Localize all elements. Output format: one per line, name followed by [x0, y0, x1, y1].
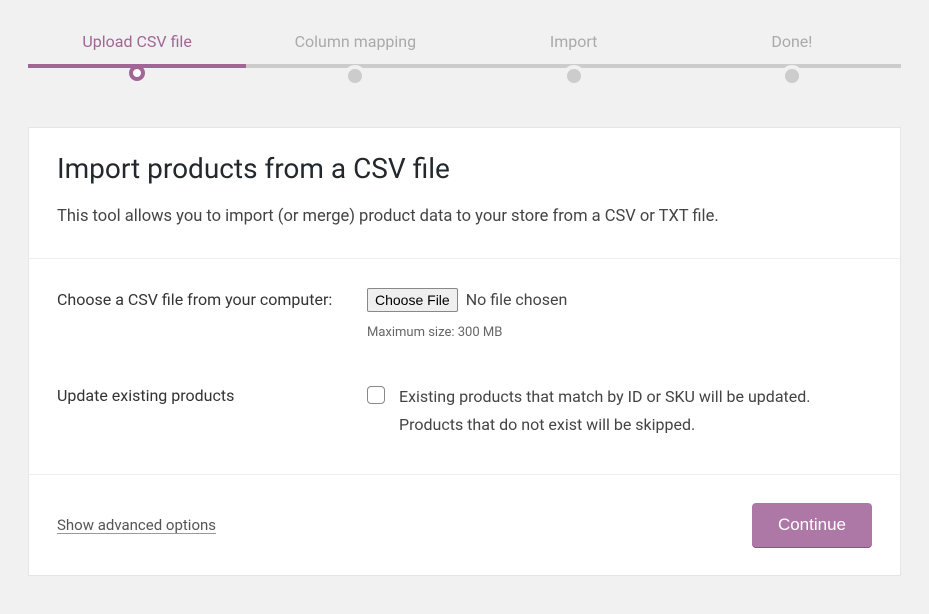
step-dot-icon [344, 65, 366, 87]
import-card: Import products from a CSV file This too… [28, 127, 901, 576]
update-existing-row: Update existing products Existing produc… [57, 383, 872, 437]
step-import[interactable]: Import [465, 32, 683, 87]
card-header: Import products from a CSV file This too… [29, 128, 900, 259]
file-field-row: Choose a CSV file from your computer: Ch… [57, 287, 872, 344]
page-title: Import products from a CSV file [57, 152, 872, 185]
update-existing-control: Existing products that match by ID or SK… [367, 383, 872, 437]
step-column-mapping[interactable]: Column mapping [246, 32, 464, 87]
step-done[interactable]: Done! [683, 32, 901, 87]
update-existing-checkbox[interactable] [367, 386, 385, 404]
update-existing-label: Update existing products [57, 383, 367, 437]
step-label: Column mapping [246, 32, 464, 51]
step-label: Import [465, 32, 683, 51]
step-dot-icon [781, 65, 803, 87]
file-size-hint: Maximum size: 300 MB [367, 323, 872, 344]
card-body: Choose a CSV file from your computer: Ch… [29, 259, 900, 475]
file-field-label: Choose a CSV file from your computer: [57, 287, 367, 344]
card-footer: Show advanced options Continue [29, 475, 900, 575]
continue-button[interactable]: Continue [752, 503, 872, 547]
file-status: No file chosen [466, 287, 568, 313]
step-upload-csv[interactable]: Upload CSV file [28, 32, 246, 87]
show-advanced-options-link[interactable]: Show advanced options [57, 516, 216, 534]
update-existing-description: Existing products that match by ID or SK… [399, 383, 872, 437]
step-dot-icon [563, 65, 585, 87]
choose-file-button[interactable]: Choose File [367, 288, 458, 312]
file-chooser[interactable]: Choose File No file chosen [367, 287, 567, 313]
step-label: Done! [683, 32, 901, 51]
page-subtitle: This tool allows you to import (or merge… [57, 205, 872, 230]
step-label: Upload CSV file [28, 32, 246, 51]
file-field-control: Choose File No file chosen Maximum size:… [367, 287, 872, 344]
step-dot-icon [129, 65, 145, 81]
stepper: Upload CSV file Column mapping Import Do… [28, 0, 901, 127]
